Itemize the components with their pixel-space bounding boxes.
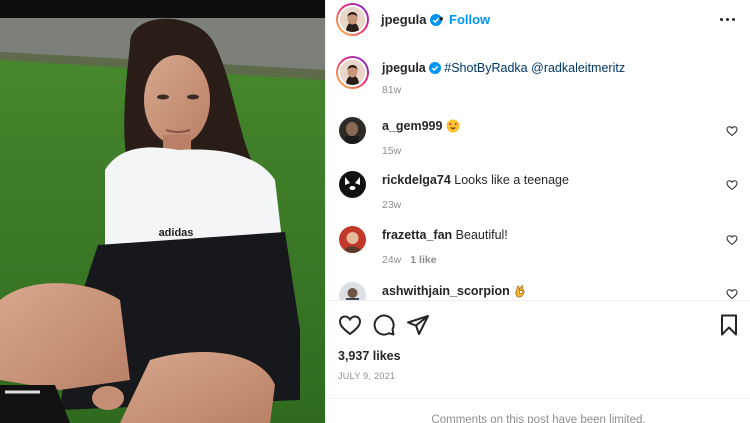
post-date[interactable]: JULY 9, 2021 [338, 371, 395, 381]
caption-time[interactable]: 81w [382, 84, 401, 96]
brand-logo-text: adidas [159, 227, 194, 239]
comment-likes-count[interactable]: 1 like [410, 254, 436, 266]
comment-item: frazetta_fan Beautiful! 24w 1 like [326, 226, 750, 276]
caption-text: jpegula #ShotByRadka @radkaleitmeritz [382, 61, 625, 75]
comments-divider [326, 398, 750, 399]
comment-body: Looks like a teenage [454, 173, 569, 187]
caption-hashtag-link[interactable]: #ShotByRadka [444, 61, 527, 75]
comment-text: ashwithjain_scorpion [382, 284, 527, 298]
comment-meta: 24w 1 like [382, 254, 437, 266]
comment-item: a_gem999 15w [326, 117, 750, 167]
comment-icon[interactable] [372, 313, 396, 337]
comment-username[interactable]: a_gem999 [382, 119, 442, 133]
commenter-avatar-image [339, 117, 366, 144]
post-header: jpegula • Follow [326, 0, 750, 40]
post-photo-illustration: adidas [0, 0, 325, 423]
comment-time[interactable]: 15w [382, 145, 401, 157]
comment-text: rickdelga74 Looks like a teenage [382, 173, 569, 187]
caption-avatar-image [340, 60, 365, 85]
comment-like-heart-icon[interactable] [726, 234, 738, 246]
commenter-avatar[interactable] [339, 226, 366, 253]
heart-icon[interactable] [338, 313, 362, 337]
comment-username[interactable]: ashwithjain_scorpion [382, 284, 510, 298]
commenter-avatar-image [339, 226, 366, 253]
comment-like-heart-icon[interactable] [726, 125, 738, 137]
send-icon[interactable] [406, 313, 430, 337]
commenter-avatar-image [339, 282, 366, 300]
comment-username[interactable]: frazetta_fan [382, 228, 452, 242]
commenter-avatar-image [339, 171, 366, 198]
post-likes-count[interactable]: 3,937 likes [338, 349, 401, 363]
commenter-avatar[interactable] [339, 282, 366, 300]
post-action-bar [326, 310, 750, 340]
post-caption: jpegula #ShotByRadka @radkaleitmeritz 81… [326, 52, 750, 102]
author-avatar[interactable] [336, 3, 369, 36]
comment-username[interactable]: rickdelga74 [382, 173, 451, 187]
more-options-icon[interactable] [719, 10, 737, 28]
comment-time[interactable]: 24w [382, 254, 401, 266]
author-username-text[interactable]: jpegula [381, 12, 427, 27]
post-side-panel: jpegula • Follow jpegula #ShotByRadka @r… [325, 0, 750, 423]
follow-button[interactable]: Follow [449, 12, 490, 27]
caption-mention-link[interactable]: @radkaleitmeritz [531, 61, 625, 75]
comment-text: a_gem999 [382, 119, 460, 133]
comment-like-heart-icon[interactable] [726, 288, 738, 300]
comment-item: rickdelga74 Looks like a teenage 23w [326, 171, 750, 221]
comments-limited-notice: Comments on this post have been limited. [431, 414, 646, 423]
bookmark-icon[interactable] [717, 313, 741, 337]
actions-divider [326, 300, 750, 301]
heart-eyes-emoji-icon [446, 119, 460, 133]
comment-meta: 23w [382, 199, 401, 211]
comment-time[interactable]: 23w [382, 199, 401, 211]
comment-meta: 15w [382, 145, 401, 157]
ok-hand-emoji-icon [515, 285, 525, 298]
comment-like-heart-icon[interactable] [726, 179, 738, 191]
caption-username[interactable]: jpegula [382, 61, 426, 75]
comment-text: frazetta_fan Beautiful! [382, 228, 508, 242]
comment-body: Beautiful! [455, 228, 508, 242]
commenter-avatar[interactable] [339, 117, 366, 144]
comment-item: ashwithjain_scorpion [326, 282, 750, 300]
post-photo[interactable]: adidas [0, 0, 325, 423]
commenter-avatar[interactable] [339, 171, 366, 198]
verified-badge-icon [428, 62, 441, 74]
author-username[interactable]: jpegula [381, 12, 442, 27]
caption-author-avatar[interactable] [336, 56, 369, 89]
header-separator: • [439, 11, 444, 26]
author-avatar-image [340, 7, 365, 32]
